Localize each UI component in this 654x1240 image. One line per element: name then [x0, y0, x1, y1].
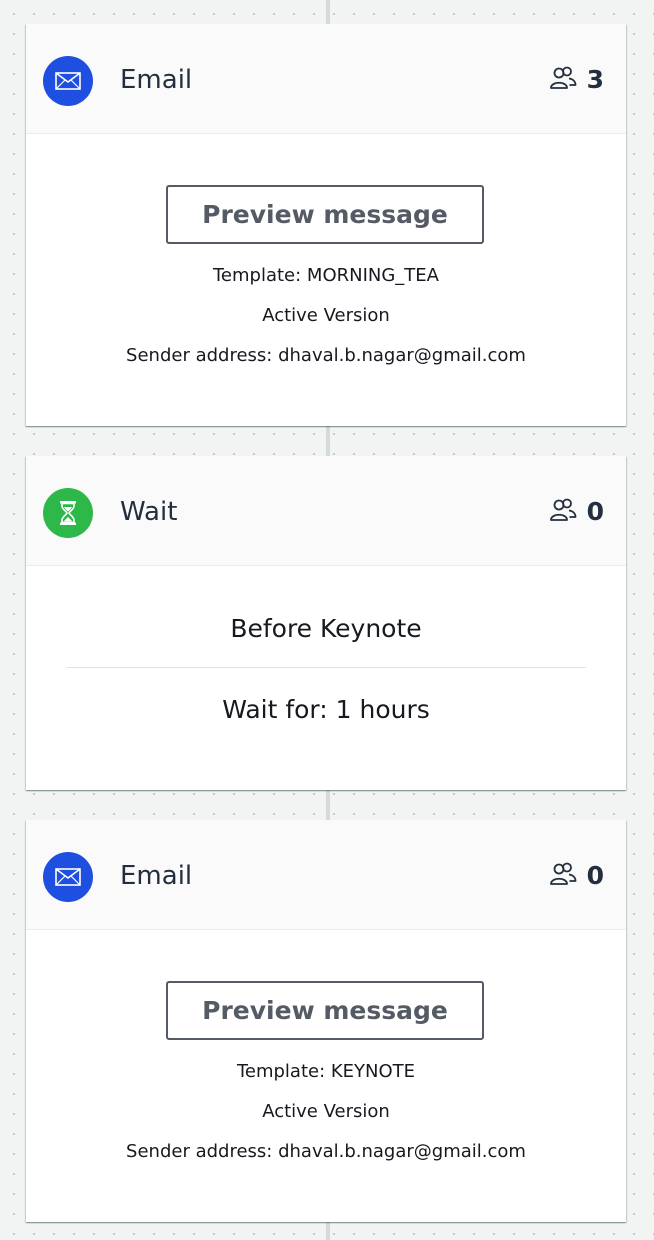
activity-body: Preview message Template: KEYNOTE Active…: [26, 930, 626, 1221]
envelope-icon: [43, 56, 93, 106]
flow-connector: [326, 0, 330, 24]
participant-count-value: 3: [586, 65, 604, 94]
activity-title: Email: [120, 65, 193, 95]
flow-connector: [326, 1222, 330, 1240]
activity-header: Wait 0: [26, 456, 626, 566]
participant-count: 0: [549, 498, 604, 526]
activity-header: Email 0: [26, 820, 626, 930]
users-icon: [549, 66, 577, 94]
email-activity-card[interactable]: Email 0 Preview message Template: KEYNOT…: [26, 820, 626, 1222]
participant-count-value: 0: [586, 861, 604, 890]
participant-count: 3: [549, 66, 604, 94]
email-activity-card[interactable]: Email 3 Preview message Template: MORNIN…: [26, 24, 626, 426]
participant-count: 0: [549, 862, 604, 890]
preview-message-button[interactable]: Preview message: [166, 185, 484, 244]
envelope-icon: [43, 852, 93, 902]
hourglass-icon: [43, 488, 93, 538]
activity-title: Email: [120, 861, 193, 891]
sender-address: Sender address: dhaval.b.nagar@gmail.com: [126, 1141, 526, 1162]
template-version: Active Version: [262, 305, 390, 326]
wait-activity-card[interactable]: Wait 0 Before Keynote Wait for: 1 hours: [26, 456, 626, 790]
template-name: Template: KEYNOTE: [236, 1061, 416, 1082]
activity-title: Wait: [120, 497, 178, 527]
preview-message-button[interactable]: Preview message: [166, 981, 484, 1040]
wait-activity-name: Before Keynote: [230, 614, 422, 643]
template-version: Active Version: [262, 1101, 390, 1122]
divider: [66, 667, 586, 668]
users-icon: [549, 498, 577, 526]
activity-body: Before Keynote Wait for: 1 hours: [26, 566, 626, 789]
users-icon: [549, 862, 577, 890]
activity-body: Preview message Template: MORNING_TEA Ac…: [26, 134, 626, 425]
activity-header: Email 3: [26, 24, 626, 134]
sender-address: Sender address: dhaval.b.nagar@gmail.com: [126, 345, 526, 366]
template-name: Template: MORNING_TEA: [213, 265, 439, 286]
flow-connector: [326, 790, 330, 820]
flow-connector: [326, 426, 330, 456]
participant-count-value: 0: [586, 497, 604, 526]
wait-duration: Wait for: 1 hours: [222, 695, 430, 724]
